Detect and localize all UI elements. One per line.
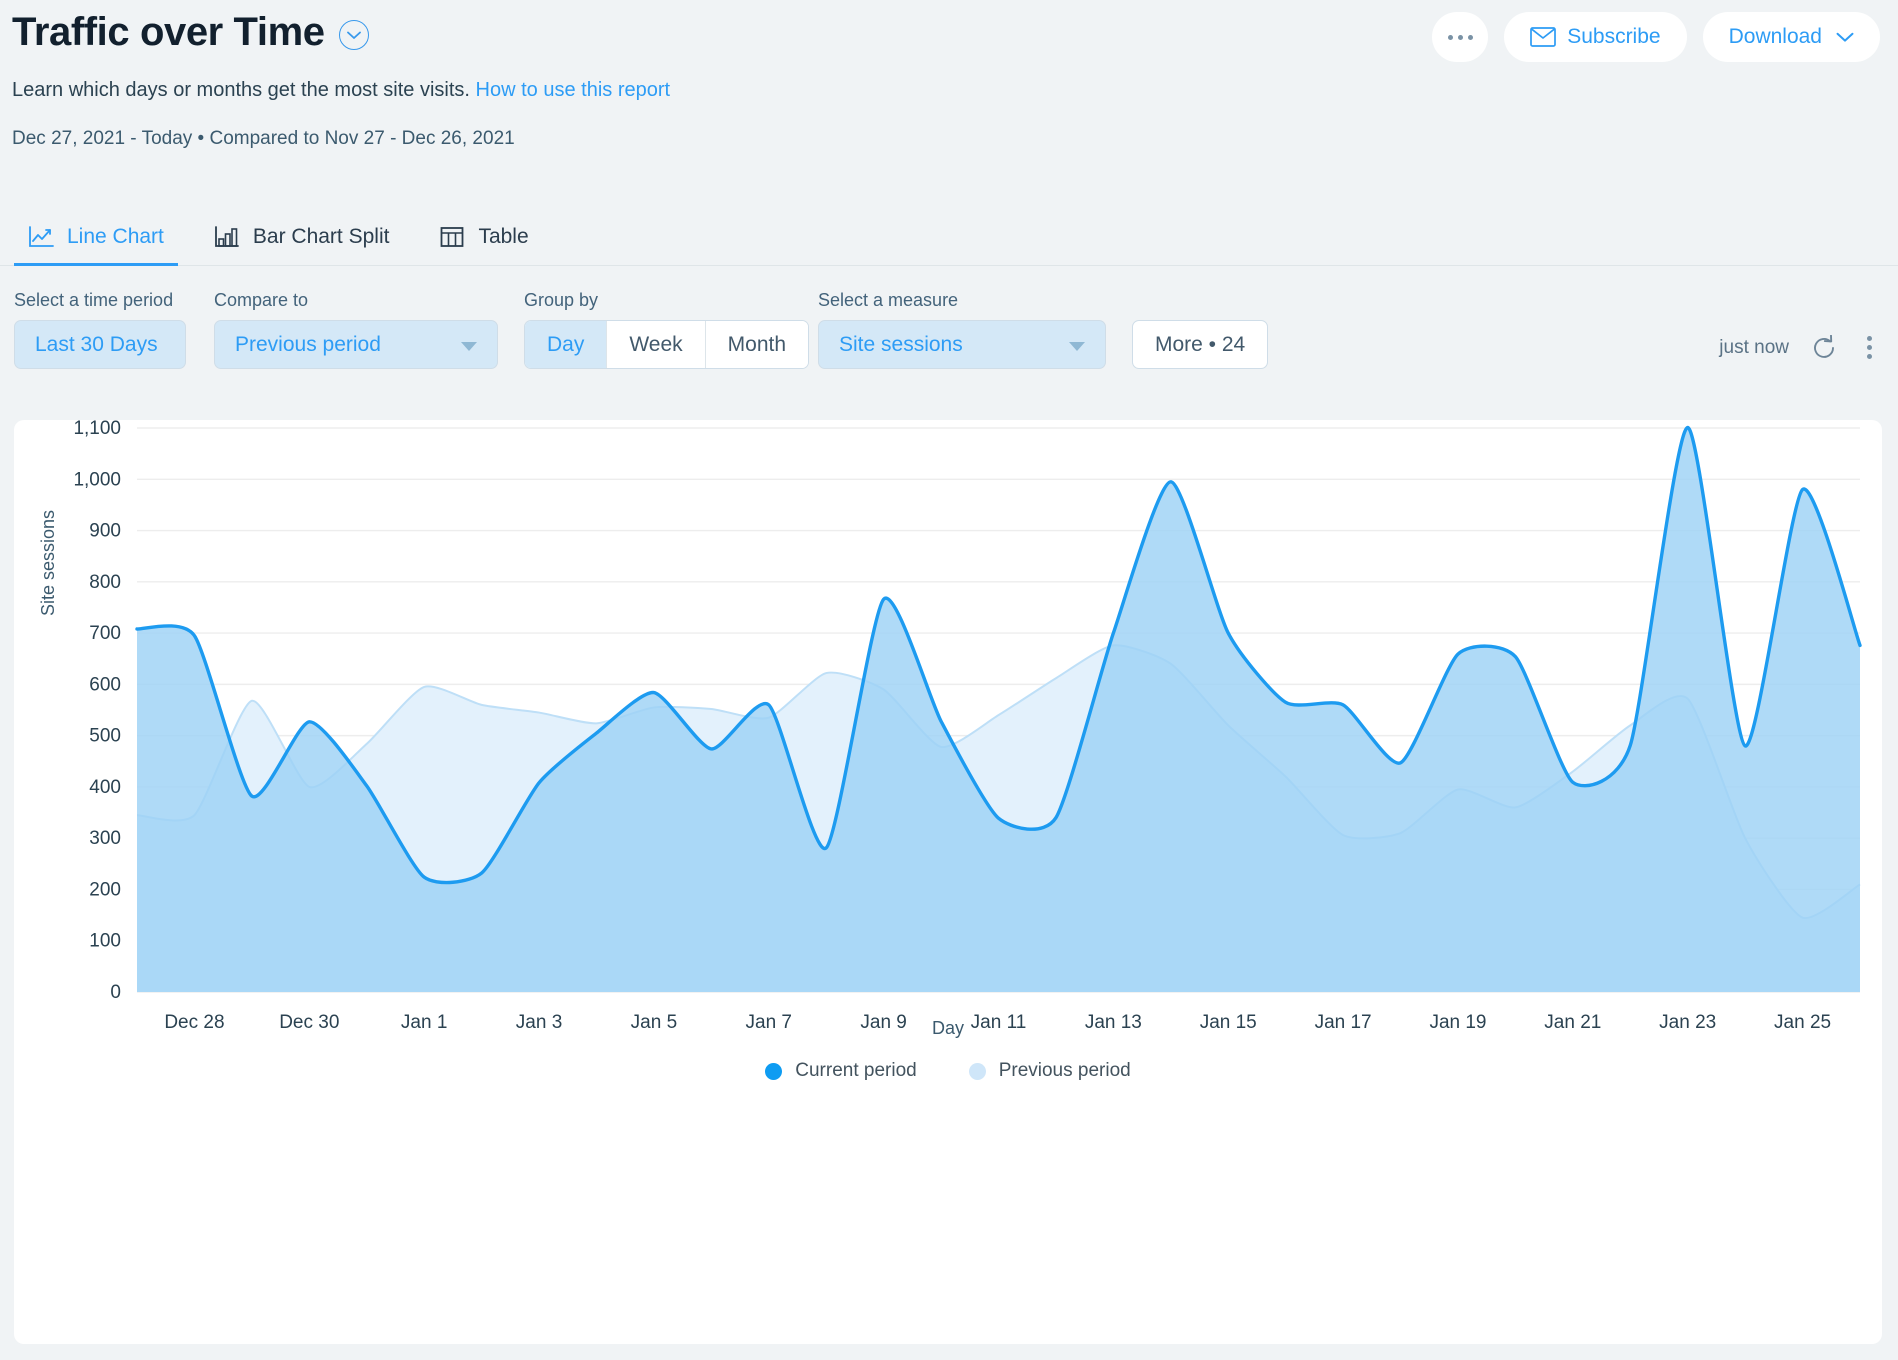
more-filters-button[interactable]: More • 24 [1132,320,1269,369]
time-period-select[interactable]: Last 30 Days [14,320,186,369]
y-axis-tick-label: 1,100 [73,420,121,439]
measure-value: Site sessions [839,332,963,356]
report-page: Traffic over Time Learn which days or mo… [0,0,1898,1360]
chevron-down-icon [1836,32,1854,43]
group-by-option-week[interactable]: Week [607,321,706,368]
download-button[interactable]: Download [1702,12,1880,62]
tab-table[interactable]: Table [425,225,542,265]
title-row: Traffic over Time [12,10,369,54]
subscribe-button[interactable]: Subscribe [1504,12,1687,62]
tab-table-label: Table [478,225,529,248]
last-updated-text: just now [1719,336,1789,358]
legend-dot-current [765,1062,783,1080]
legend-item-current-period[interactable]: Current period [765,1060,917,1082]
more-options-button[interactable] [1432,12,1489,62]
ellipsis-icon [1447,34,1473,40]
y-axis-tick-label: 1,000 [73,469,121,490]
y-axis-tick-label: 0 [110,982,121,1003]
filter-bar: Select a time period Last 30 Days Compar… [0,290,1898,390]
page-title: Traffic over Time [12,10,325,54]
download-label: Download [1728,25,1822,48]
refresh-icon[interactable] [1811,334,1837,361]
group-by-option-day[interactable]: Day [525,321,608,368]
subtitle-text: Learn which days or months get the most … [12,79,470,101]
y-axis-tick-label: 100 [89,931,121,952]
legend-label-previous: Previous period [998,1060,1131,1081]
y-axis-tick-label: 300 [89,828,121,849]
legend-dot-previous [968,1062,986,1080]
y-axis-tick-label: 200 [89,879,121,900]
filter-bar-right: just now [1719,332,1880,363]
legend-item-previous-period[interactable]: Previous period [968,1060,1131,1082]
line-chart-icon [28,225,54,249]
tab-bar-chart-split-label: Bar Chart Split [252,225,390,248]
y-axis-tick-label: 800 [89,572,121,593]
chart-area: 0 100 200 300 400 500 600 700 800 900 1,000 1,100 De… [14,420,1882,1250]
filter-time-period-label: Select a time period [14,290,174,310]
traffic-area-chart[interactable]: 01002003004005006007008009001,0001,100De… [14,420,1882,1040]
filter-measure: Select a measure Site sessions [818,290,1106,369]
page-header: Traffic over Time Learn which days or mo… [0,0,1898,160]
x-axis-title: Day [931,1018,964,1038]
header-actions: Subscribe Download [1432,12,1880,62]
y-axis-tick-label: 900 [89,521,121,542]
filter-time-period: Select a time period Last 30 Days [14,290,186,369]
kebab-menu-icon[interactable] [1859,332,1880,363]
y-axis-title: Site sessions [38,509,58,616]
chart-legend: Current period Previous period [14,1060,1882,1082]
tab-bar-chart-split[interactable]: Bar Chart Split [200,225,404,265]
view-tabs: Line Chart Bar Chart Split Table [0,196,1898,266]
table-icon [439,225,465,249]
time-period-value: Last 30 Days [35,332,158,356]
caret-down-icon [461,333,477,357]
caret-down-icon [1069,333,1085,357]
measure-select[interactable]: Site sessions [818,320,1106,369]
y-axis-tick-label: 700 [89,623,121,644]
current-period-area [137,427,1860,992]
filter-group-by-label: Group by [524,290,599,310]
filter-compare-to-label: Compare to [214,290,309,310]
filter-more: More • 24 [1132,320,1269,369]
how-to-use-link[interactable]: How to use this report [476,79,671,101]
bar-chart-icon [214,225,240,249]
filter-compare-to: Compare to Previous period [214,290,498,369]
tab-line-chart[interactable]: Line Chart [14,225,178,266]
chart-card: 0 100 200 300 400 500 600 700 800 900 1,000 1,100 De… [14,420,1882,1344]
compare-to-value: Previous period [235,332,381,356]
legend-label-current: Current period [795,1060,917,1081]
y-axis-tick-label: 600 [89,674,121,695]
group-by-segmented-control: Day Week Month [524,320,810,369]
filter-measure-label: Select a measure [818,290,959,310]
chevron-down-icon[interactable] [338,20,369,50]
more-filters-label: More • 24 [1155,332,1246,356]
y-axis-tick-label: 500 [89,726,121,747]
date-range-summary: Dec 27, 2021 - Today • Compared to Nov 2… [12,128,515,149]
filter-group-by: Group by Day Week Month [524,290,810,369]
compare-to-select[interactable]: Previous period [214,320,498,369]
mail-icon [1530,27,1557,47]
group-by-option-month[interactable]: Month [705,321,809,368]
tab-line-chart-label: Line Chart [67,225,164,248]
subscribe-label: Subscribe [1567,25,1661,48]
page-subtitle: Learn which days or months get the most … [12,79,670,102]
y-axis-tick-label: 400 [89,777,121,798]
